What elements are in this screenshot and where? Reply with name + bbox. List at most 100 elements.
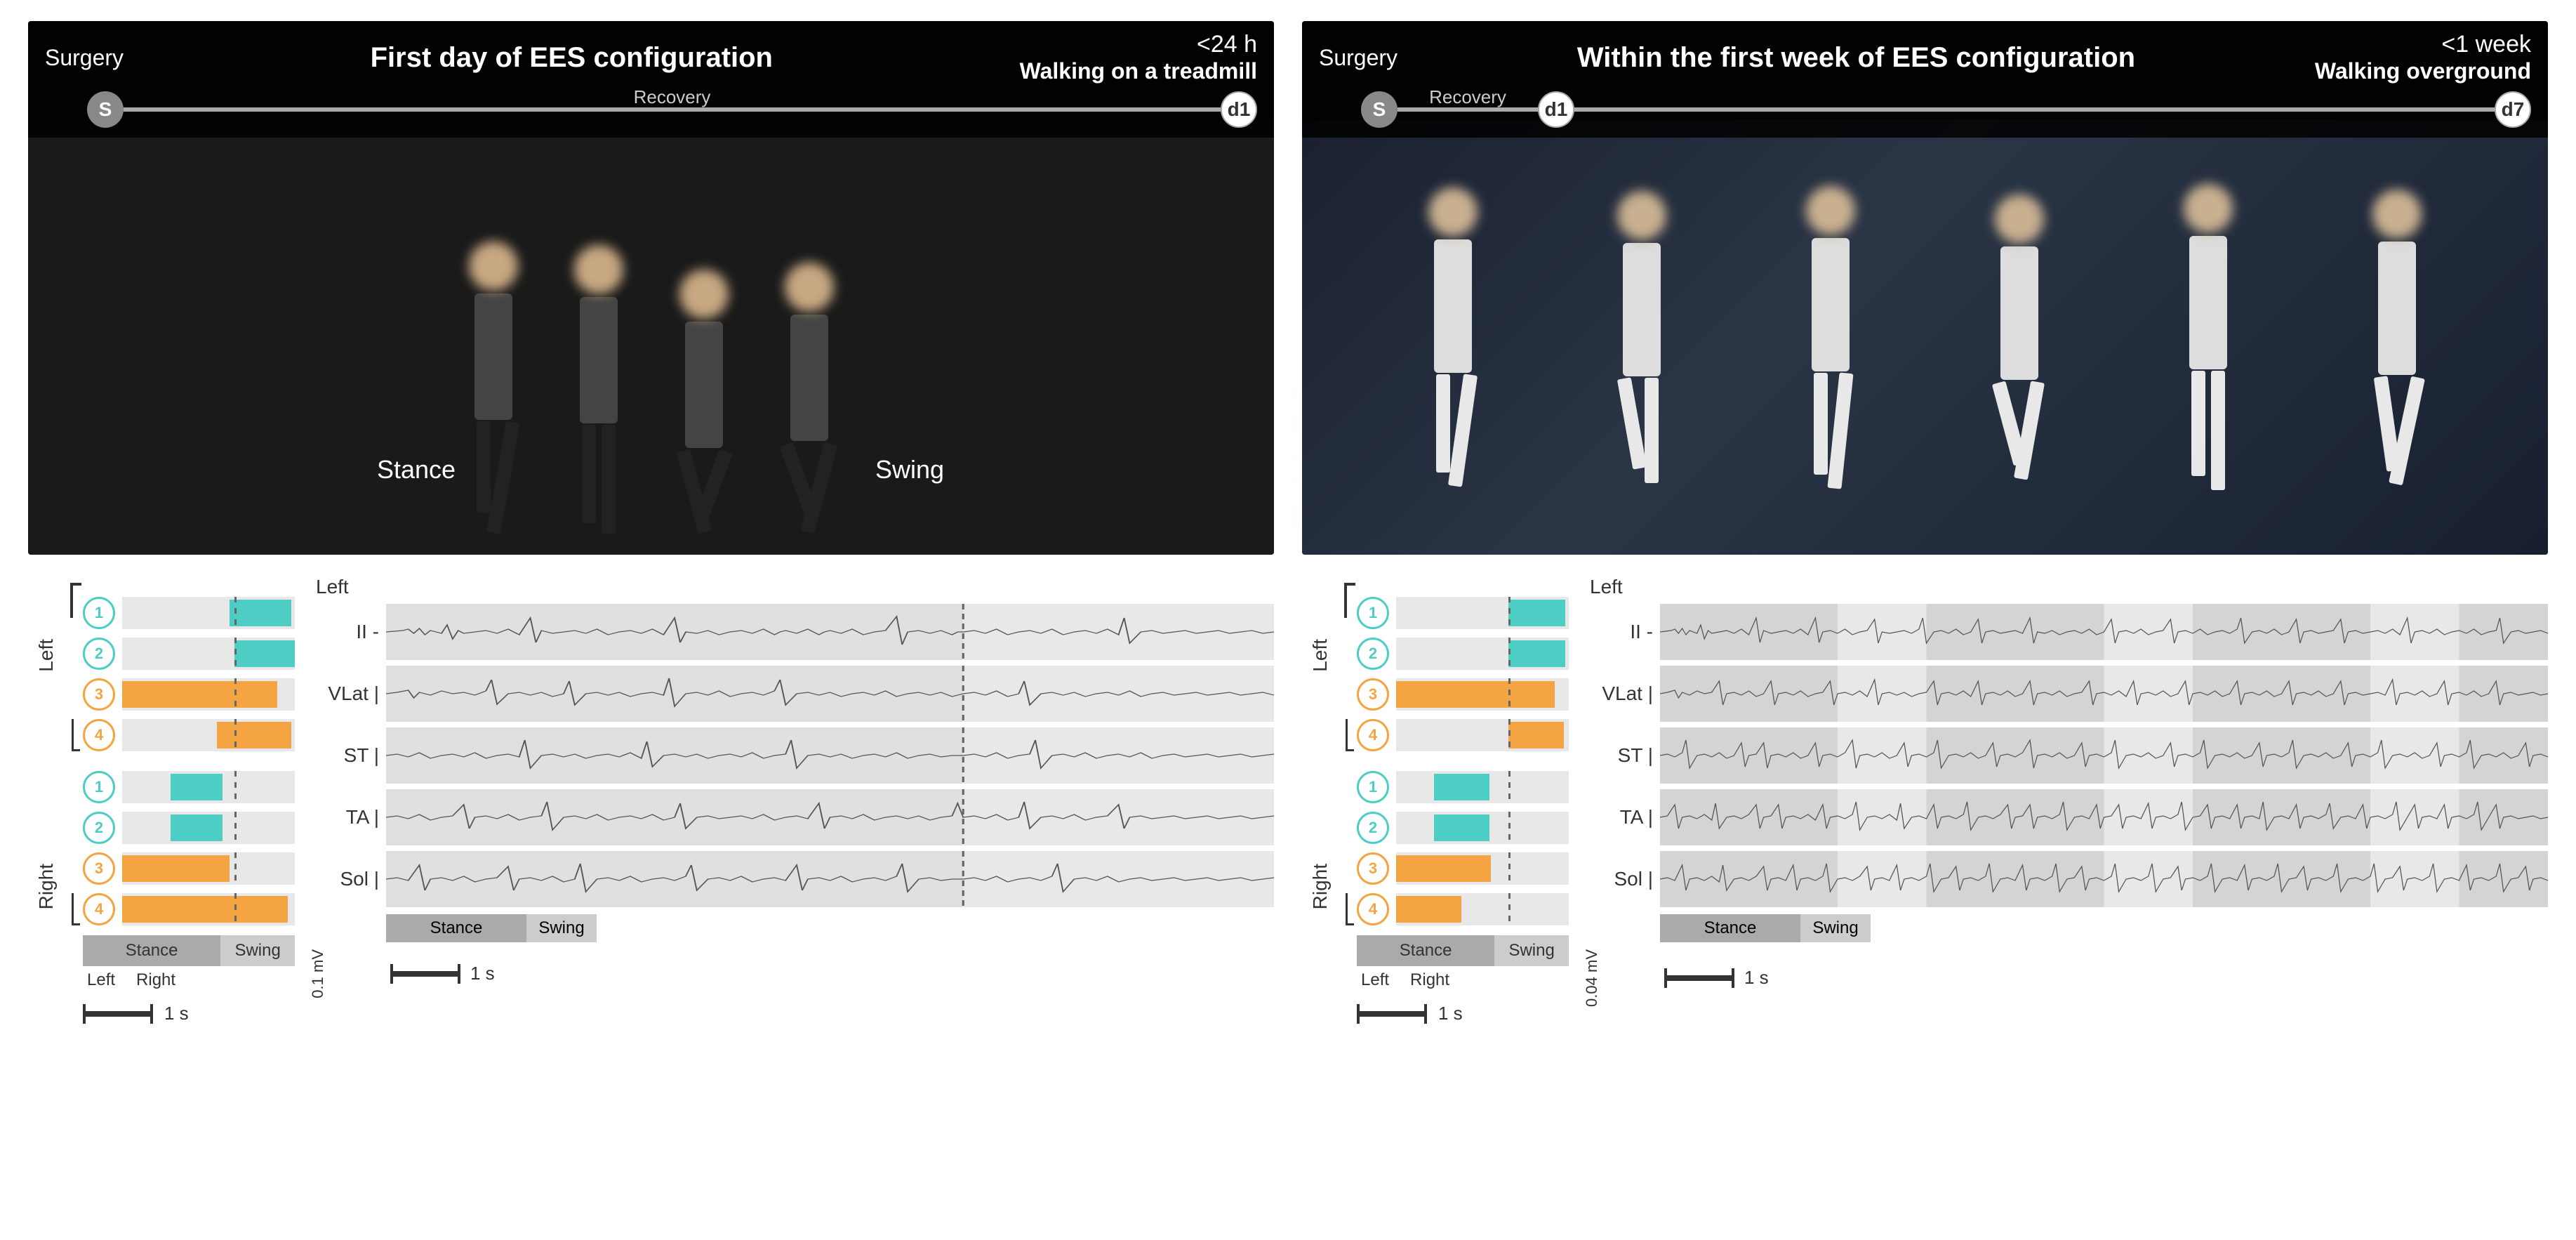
left-emg-left-label: Left xyxy=(316,576,1274,598)
left-gait-diagram: Left 1 2 xyxy=(28,569,295,1173)
right-emg-label-ii: II - xyxy=(1583,621,1653,643)
right-emg-row-st: ST | xyxy=(1583,727,2548,784)
right-recovery-label: Recovery xyxy=(1429,86,1506,108)
right-bracket-top xyxy=(1344,583,1355,618)
right-gait-left-label: Left xyxy=(1309,639,1332,672)
left-gait-row-l4: 4 xyxy=(83,719,295,751)
left-emg-label-st: ST | xyxy=(309,744,379,767)
left-channel-l3: 3 xyxy=(83,678,115,711)
left-d1-node: d1 xyxy=(1221,91,1257,128)
right-gait-scale: 1 s xyxy=(1438,1003,1463,1024)
right-gait-row-l2: 2 xyxy=(1357,638,1569,670)
left-stance-label: Stance xyxy=(377,455,456,484)
left-channel-r3: 3 xyxy=(83,852,115,885)
left-emg-mv-label: 0.1 mV xyxy=(309,949,327,998)
right-gait-row-r2: 2 xyxy=(1357,812,1569,844)
right-channel-l3: 3 xyxy=(1357,678,1389,711)
left-time-label: <24 h xyxy=(1020,31,1257,58)
left-emg-label-vlat: VLat | xyxy=(309,682,379,705)
left-gait-swing: Swing xyxy=(220,935,295,966)
right-emg-row-sol: Sol | xyxy=(1583,851,2548,907)
left-figure-3 xyxy=(679,270,729,534)
left-gait-stance: Stance xyxy=(83,935,220,966)
left-panel: Surgery First day of EES configuration <… xyxy=(28,21,1274,1219)
left-emg-scale: 1 s xyxy=(470,963,495,984)
left-emg-trace-ii xyxy=(386,604,1274,660)
right-gait-row-l3: 3 xyxy=(1357,678,1569,711)
left-recovery-label: Recovery xyxy=(634,86,711,108)
left-bracket-top xyxy=(70,583,81,618)
right-emg-stance-label: Stance xyxy=(1660,914,1800,942)
right-emg-row-ii: II - xyxy=(1583,604,2548,660)
left-bar-r2 xyxy=(122,812,295,844)
left-emg-row-ta: TA | xyxy=(309,789,1274,845)
right-channel-l2: 2 xyxy=(1357,638,1389,670)
right-gait-row-l1: 1 xyxy=(1357,597,1569,629)
right-time-label: <1 week xyxy=(2315,31,2531,58)
right-figure-1 xyxy=(1428,187,1478,487)
right-bar-r3 xyxy=(1396,852,1569,885)
right-channel-l4: 4 xyxy=(1357,719,1389,751)
right-bar-r2 xyxy=(1396,812,1569,844)
left-gait-row-l1: 1 xyxy=(83,597,295,629)
left-swing-label: Swing xyxy=(875,455,944,484)
left-gait-row-l2: 2 xyxy=(83,638,295,670)
right-photo-title: Within the first week of EES configurati… xyxy=(1577,42,2135,73)
left-channel-r4: 4 xyxy=(83,893,115,925)
right-photo-header: Surgery Within the first week of EES con… xyxy=(1302,21,2548,138)
right-figure-6 xyxy=(2372,190,2422,485)
right-gait-right-label: Right xyxy=(1309,864,1332,909)
right-bar-l3 xyxy=(1396,678,1569,711)
right-channel-l1: 1 xyxy=(1357,597,1389,629)
right-channel-r1: 1 xyxy=(1357,771,1389,803)
right-figure-4 xyxy=(1995,194,2044,480)
left-bar-l2 xyxy=(122,638,295,670)
right-channel-r3: 3 xyxy=(1357,852,1389,885)
right-gait-row-l4: 4 xyxy=(1357,719,1569,751)
right-bar-l1 xyxy=(1396,597,1569,629)
left-figure-2 xyxy=(574,245,623,534)
left-walking-photos: Stance xyxy=(28,119,1274,555)
right-gait-swing: Swing xyxy=(1494,935,1569,966)
right-emg-trace-ta xyxy=(1660,789,2548,845)
right-emg-row-ta: TA | xyxy=(1583,789,2548,845)
right-gait-row-r1: 1 xyxy=(1357,771,1569,803)
right-emg-label-ta: TA | xyxy=(1583,806,1653,829)
left-emg-row-sol: Sol | xyxy=(309,851,1274,907)
right-figure-2 xyxy=(1617,191,1666,483)
left-emg-stance-label: Stance xyxy=(386,914,526,942)
left-gait-row-r1: 1 xyxy=(83,771,295,803)
right-gait-diagram: Left 1 2 xyxy=(1302,569,1569,1173)
left-emg-trace-ta xyxy=(386,789,1274,845)
left-emg-row-ii: II - xyxy=(309,604,1274,660)
left-gait-row-l3: 3 xyxy=(83,678,295,711)
left-activity: Walking on a treadmill xyxy=(1020,58,1257,84)
left-photo-section: Surgery First day of EES configuration <… xyxy=(28,21,1274,555)
left-emg-row-vlat: VLat | xyxy=(309,666,1274,722)
right-figure-5 xyxy=(2184,184,2233,490)
left-bar-r4 xyxy=(122,893,295,925)
left-photo-title: First day of EES configuration xyxy=(371,42,773,73)
left-emg-label-ta: TA | xyxy=(309,806,379,829)
left-s-node: S xyxy=(87,91,124,128)
right-emg-trace-st xyxy=(1660,727,2548,784)
right-emg-trace-vlat xyxy=(1660,666,2548,722)
right-photo-section: Surgery Within the first week of EES con… xyxy=(1302,21,2548,555)
right-emg-mv-label: 0.04 mV xyxy=(1583,949,1601,1007)
left-channel-l1: 1 xyxy=(83,597,115,629)
right-channel-r2: 2 xyxy=(1357,812,1389,844)
left-gait-row-r4: 4 xyxy=(83,893,295,925)
left-figure-4 xyxy=(785,263,834,534)
left-channel-r2: 2 xyxy=(83,812,115,844)
left-emg-section: Left II - xyxy=(309,569,1274,1173)
left-lr-right: Right xyxy=(136,970,175,990)
left-gait-row-r3: 3 xyxy=(83,852,295,885)
right-emg-row-vlat: VLat | xyxy=(1583,666,2548,722)
right-emg-section: Left II - xyxy=(1583,569,2548,1173)
left-bar-r1 xyxy=(122,771,295,803)
right-bar-l4 xyxy=(1396,719,1569,751)
right-emg-label-st: ST | xyxy=(1583,744,1653,767)
right-gait-stance: Stance xyxy=(1357,935,1494,966)
left-gait-right-label: Right xyxy=(35,864,58,909)
right-s-node: S xyxy=(1361,91,1397,128)
